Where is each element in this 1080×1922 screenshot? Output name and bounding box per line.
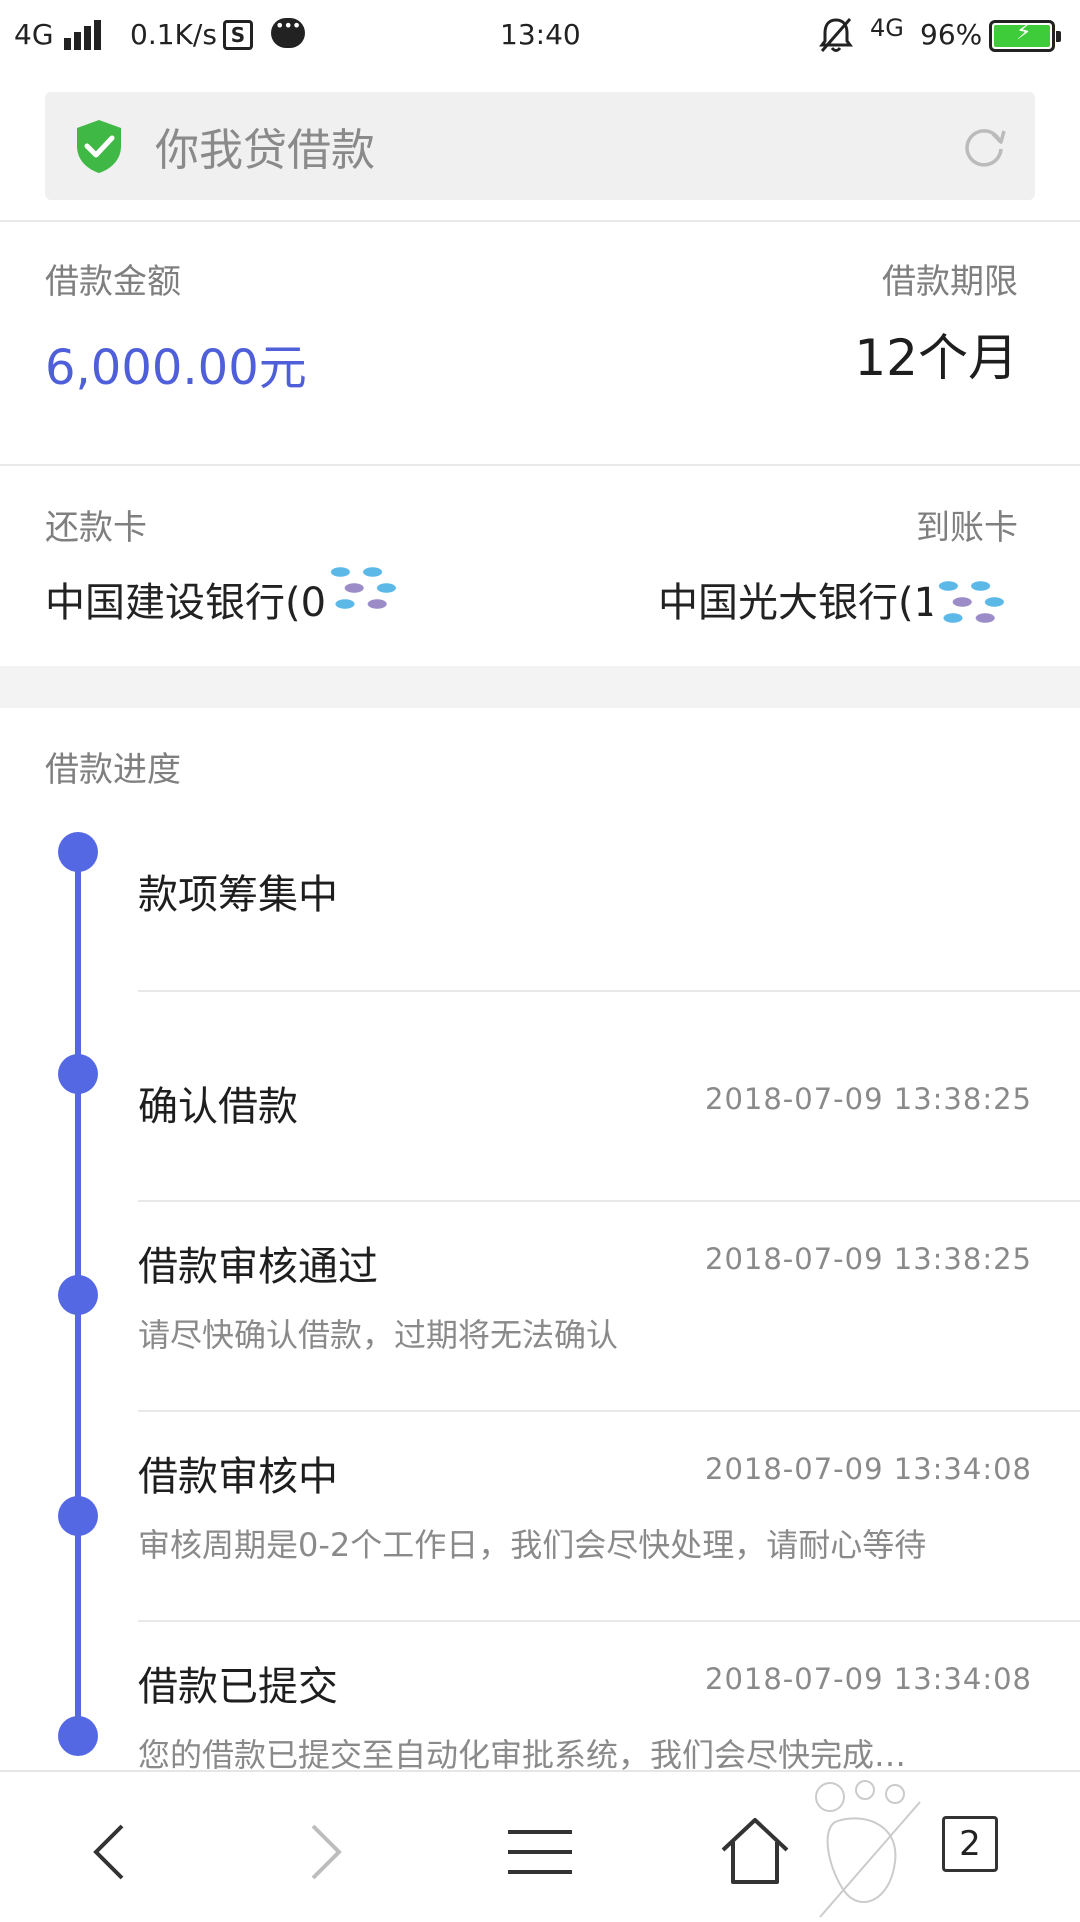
privacy-mask [930,562,1022,642]
battery-percent: 96% [920,18,983,51]
step-time: 2018-07-09 13:38:25 [705,1242,1032,1276]
menu-icon[interactable] [500,1812,580,1892]
loan-term: 12个月 [854,329,1018,387]
s-app-icon: S [223,20,253,50]
step-title: 款项筹集中 [138,872,338,918]
step-time: 2018-07-09 13:34:08 [705,1662,1032,1696]
step-title: 借款已提交 [138,1664,338,1710]
battery-icon: ⚡ [989,20,1061,52]
step-title: 借款审核中 [138,1454,338,1500]
network-type-right: 4G [870,14,904,42]
timeline-dot [58,1054,98,1094]
mute-icon [819,18,853,52]
address-bar[interactable]: 你我贷借款 [45,92,1035,200]
receive-card-value: 中国光大银行(1 [658,580,940,626]
step-divider [138,1620,1080,1622]
timeline-dot [58,1716,98,1756]
loan-amount: 6,000.00元 [45,340,307,396]
repay-card-value: 中国建设银行(0 [45,580,327,626]
home-icon[interactable] [715,1812,795,1892]
step-divider [138,1410,1080,1412]
signal-icon [64,20,110,50]
section-divider [0,464,1080,466]
step-divider [138,990,1080,992]
tabs-icon[interactable]: 2 [942,1816,998,1872]
amount-label: 借款金额 [45,262,181,302]
network-speed: 0.1K/s [130,18,217,51]
step-time: 2018-07-09 13:34:08 [705,1452,1032,1486]
clock: 13:40 [500,18,581,51]
status-bar: 4G 0.1K/s S 13:40 4G 96% ⚡ [0,0,1080,74]
chat-bubble-icon [271,16,305,48]
back-icon[interactable] [70,1812,150,1892]
step-title: 确认借款 [138,1084,298,1130]
step-desc: 审核周期是0-2个工作日，我们会尽快处理，请耐心等待 [138,1526,927,1564]
step-divider [138,1200,1080,1202]
privacy-mask [322,548,414,628]
progress-title: 借款进度 [45,750,181,790]
step-desc: 请尽快确认借款，过期将无法确认 [138,1316,619,1354]
receive-card-label: 到账卡 [916,508,1018,548]
header-divider [0,220,1080,222]
refresh-icon[interactable] [960,122,1008,170]
timeline-dot [58,1275,98,1315]
network-type: 4G [14,18,54,51]
section-gap [0,666,1080,708]
shield-check-icon [77,120,121,173]
term-label: 借款期限 [882,262,1018,302]
footprint-watermark-icon [815,1780,921,1918]
step-time: 2018-07-09 13:38:25 [705,1082,1032,1116]
step-title: 借款审核通过 [138,1244,378,1290]
timeline-dot [58,1496,98,1536]
bottom-nav: 2 [0,1770,1080,1922]
forward-icon[interactable] [285,1812,365,1892]
page-title: 你我贷借款 [155,125,375,176]
timeline-dot [58,832,98,872]
repay-card-label: 还款卡 [45,508,147,548]
